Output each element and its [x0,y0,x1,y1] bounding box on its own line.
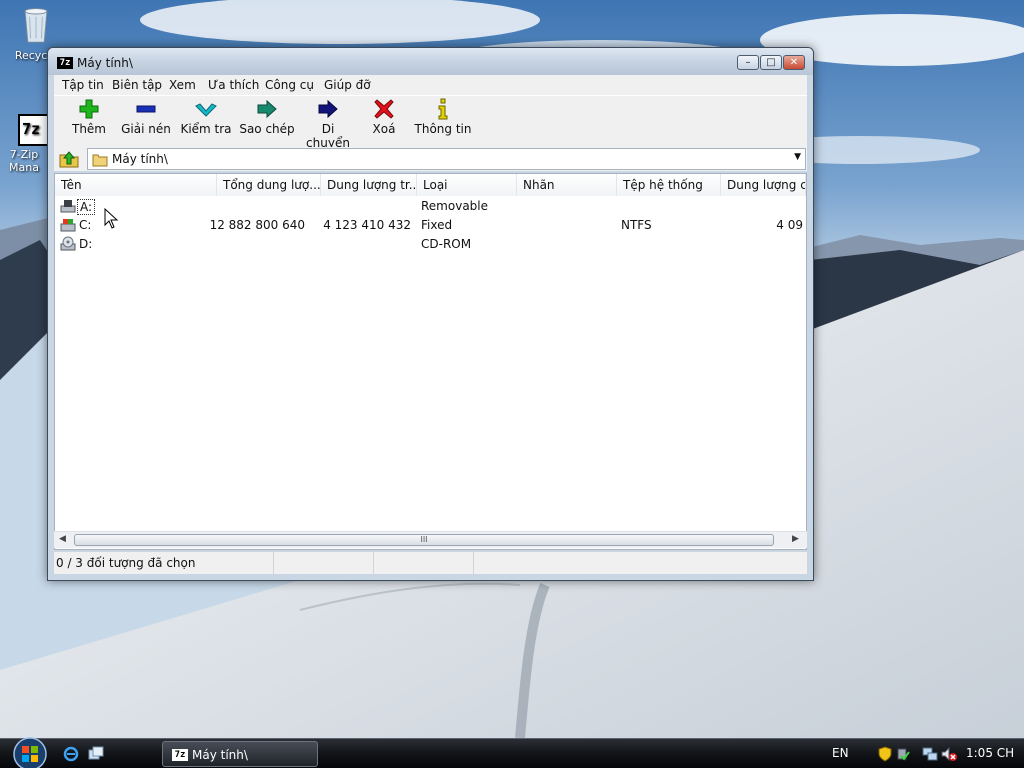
start-button[interactable] [9,736,51,768]
file-list: Tên Tổng dung lượ... Dung lượng tr... Lo… [54,173,807,550]
status-bar: 0 / 3 đối tượng đã chọn [54,551,807,575]
copy-button[interactable]: Sao chép [237,98,297,136]
menu-bar: Tập tin Biên tập Xem Ưa thích Công cụ Gi… [54,75,807,95]
scroll-left-arrow[interactable]: ◀ [59,534,66,544]
column-header-type[interactable]: Loại [417,174,517,196]
language-indicator[interactable]: EN [832,746,849,760]
delete-button[interactable]: Xoá [364,98,404,136]
move-arrow-icon [318,99,338,119]
title-bar[interactable]: 7z Máy tính\ – □ ✕ [48,48,813,75]
address-input[interactable]: Máy tính\ ▼ [87,148,806,170]
7zip-app-icon: 7z [57,57,73,69]
window-title: Máy tính\ [77,56,133,70]
info-button[interactable]: Thông tin [414,98,472,136]
column-headers: Tên Tổng dung lượ... Dung lượng tr... Lo… [55,174,806,196]
switch-windows-icon[interactable] [88,746,104,762]
mouse-cursor-icon [104,208,119,229]
menu-favorites[interactable]: Ưa thích [208,78,259,92]
address-path: Máy tính\ [112,152,168,166]
menu-tools[interactable]: Công cụ [265,78,314,92]
move-button[interactable]: Di chuyển [298,98,358,150]
recycle-bin-icon [24,8,48,43]
copy-arrow-icon [257,99,277,119]
test-button[interactable]: Kiểm tra [178,98,234,136]
column-header-label[interactable]: Nhãn [517,174,617,196]
extract-button[interactable]: Giải nén [116,98,176,136]
taskbar-item-7zip[interactable]: 7z Máy tính\ [162,741,318,767]
menu-help[interactable]: Giúp đỡ [324,78,371,92]
toolbar: Thêm Giải nén Kiểm tra Sao chép Di chuyể… [54,95,807,150]
minus-icon [136,105,156,113]
horizontal-scrollbar[interactable]: ◀ III ▶ [54,531,807,548]
clock[interactable]: 1:05 CH [966,746,1014,760]
address-bar: Máy tính\ ▼ [54,147,807,171]
info-icon [438,98,448,120]
column-header-free-space[interactable]: Dung lượng tr... [321,174,417,196]
ie-quicklaunch-icon[interactable] [63,746,79,762]
column-header-file-system[interactable]: Tệp hệ thống [617,174,721,196]
table-row[interactable]: A: Removable [55,197,806,216]
floppy-drive-icon [60,200,76,213]
scroll-thumb[interactable]: III [74,534,774,546]
volume-muted-icon[interactable] [941,746,957,762]
drive-name: D: [79,237,93,251]
delete-x-icon [374,99,394,119]
close-button[interactable]: ✕ [783,55,805,70]
security-shield-icon[interactable] [877,746,893,762]
drive-name: C: [79,218,92,232]
menu-file[interactable]: Tập tin [62,78,104,92]
7zip-window: 7z Máy tính\ – □ ✕ Tập tin Biên tập Xem … [47,47,814,581]
menu-edit[interactable]: Biên tập [112,78,162,92]
folder-icon [92,154,108,167]
drive-name: A: [77,199,96,215]
maximize-button[interactable]: □ [760,55,782,70]
menu-view[interactable]: Xem [169,78,196,92]
cd-drive-icon [60,236,76,251]
7zip-shortcut-icon: 7z [18,114,50,146]
column-header-name[interactable]: Tên [55,174,217,196]
table-row[interactable]: C: 12 882 800 640 4 123 410 432 Fixed NT… [55,216,806,235]
status-selection-count: 0 / 3 đối tượng đã chọn [54,552,274,575]
column-header-total-size[interactable]: Tổng dung lượ... [217,174,321,196]
column-header-cluster-size[interactable]: Dung lượng cl... [721,174,806,196]
up-folder-button[interactable] [58,149,80,169]
7zip-taskbar-icon: 7z [172,749,188,761]
plus-icon [79,99,99,119]
status-cell-3 [374,552,474,575]
address-dropdown-arrow[interactable]: ▼ [794,152,801,162]
add-button[interactable]: Thêm [64,98,114,136]
taskbar: 7z Máy tính\ EN 1:05 CH [0,736,1024,768]
status-cell-2 [274,552,374,575]
network-icon[interactable] [922,746,938,762]
scroll-right-arrow[interactable]: ▶ [792,534,799,544]
table-row[interactable]: D: CD-ROM [55,235,806,254]
safely-remove-icon[interactable] [896,746,910,762]
desktop-icon-label: 7-Zip Mana [9,148,39,174]
check-icon [195,103,217,117]
hard-drive-icon [60,219,76,232]
minimize-button[interactable]: – [737,55,759,70]
folder-up-icon [59,151,79,168]
